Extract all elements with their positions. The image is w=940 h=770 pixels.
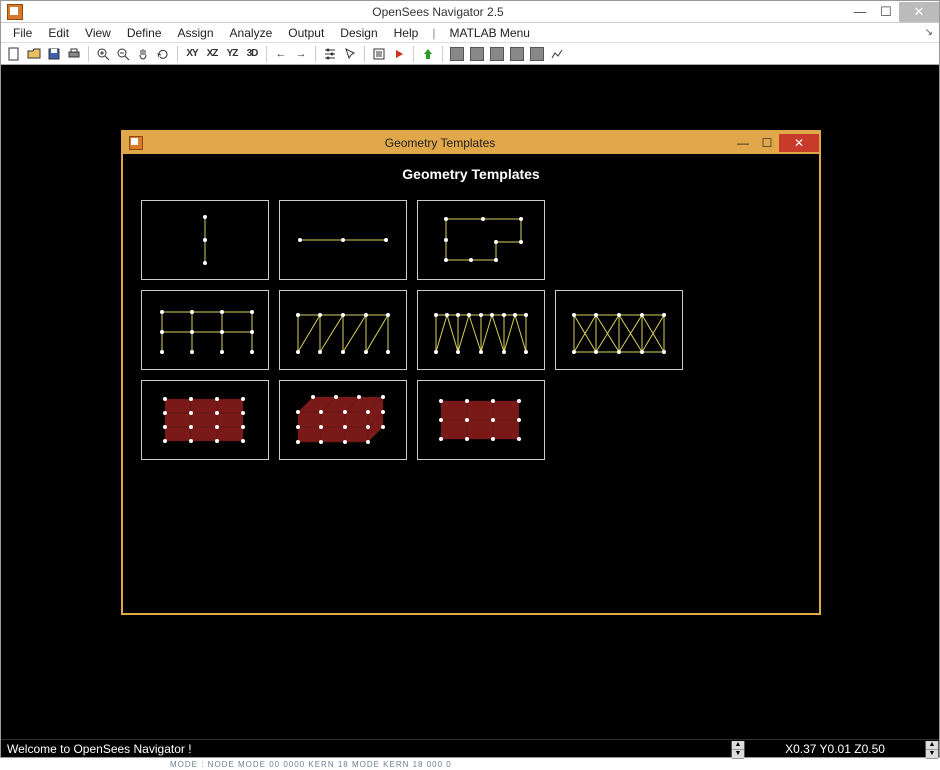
arrow-left-icon[interactable]: ← xyxy=(272,45,290,63)
dialog-maximize-button[interactable]: ☐ xyxy=(755,134,779,152)
geometry-templates-dialog: Geometry Templates — ☐ ✕ Geometry Templa… xyxy=(121,130,821,615)
canvas-area[interactable]: Geometry Templates — ☐ ✕ Geometry Templa… xyxy=(1,65,939,739)
template-solid-3d[interactable] xyxy=(279,380,407,460)
menu-assign[interactable]: Assign xyxy=(172,24,220,42)
status-spinner-left[interactable]: ▲▼ xyxy=(731,741,745,757)
toolbar: XY XZ YZ 3D ← → xyxy=(1,43,939,65)
menu-view[interactable]: View xyxy=(79,24,117,42)
dialog-body: Geometry Templates xyxy=(123,154,819,472)
menu-help[interactable]: Help xyxy=(388,24,425,42)
app-icon xyxy=(7,4,23,20)
dialog-titlebar[interactable]: Geometry Templates — ☐ ✕ xyxy=(123,132,819,154)
options-icon[interactable] xyxy=(321,45,339,63)
tool-square-2[interactable] xyxy=(468,45,486,63)
template-truss-pratt[interactable] xyxy=(279,290,407,370)
dialog-heading: Geometry Templates xyxy=(141,166,801,182)
close-button[interactable]: ✕ xyxy=(899,2,939,22)
template-portal-frame[interactable] xyxy=(141,290,269,370)
statusbar: Welcome to OpenSees Navigator ! ▲▼ X0.37… xyxy=(1,739,939,757)
new-icon[interactable] xyxy=(5,45,23,63)
template-solid-grid[interactable] xyxy=(141,380,269,460)
toolbar-sep xyxy=(413,46,414,62)
toolbar-sep xyxy=(442,46,443,62)
select-icon[interactable] xyxy=(341,45,359,63)
maximize-button[interactable]: ☐ xyxy=(873,2,899,22)
toolbar-sep xyxy=(364,46,365,62)
arrow-right-icon[interactable]: → xyxy=(292,45,310,63)
zoom-in-icon[interactable] xyxy=(94,45,112,63)
toolbar-sep xyxy=(315,46,316,62)
view-3d-button[interactable]: 3D xyxy=(243,45,261,63)
template-g-frame[interactable] xyxy=(417,200,545,280)
dialog-title: Geometry Templates xyxy=(149,136,731,150)
dialog-app-icon xyxy=(129,136,143,150)
titlebar: OpenSees Navigator 2.5 — ☐ ✕ xyxy=(1,1,939,23)
tool-square-4[interactable] xyxy=(508,45,526,63)
run-icon[interactable] xyxy=(390,45,408,63)
toolbar-sep xyxy=(266,46,267,62)
menu-matlab[interactable]: MATLAB Menu xyxy=(443,24,535,42)
menu-analyze[interactable]: Analyze xyxy=(224,24,279,42)
template-row xyxy=(141,200,801,280)
template-row xyxy=(141,380,801,460)
save-icon[interactable] xyxy=(45,45,63,63)
template-truss-x[interactable] xyxy=(555,290,683,370)
up-arrow-icon[interactable] xyxy=(419,45,437,63)
open-icon[interactable] xyxy=(25,45,43,63)
print-icon[interactable] xyxy=(65,45,83,63)
menu-design[interactable]: Design xyxy=(334,24,383,42)
menubar: File Edit View Define Assign Analyze Out… xyxy=(1,23,939,43)
template-grid xyxy=(141,200,801,460)
template-shell-grid[interactable] xyxy=(417,380,545,460)
window-title: OpenSees Navigator 2.5 xyxy=(29,5,847,19)
status-message: Welcome to OpenSees Navigator ! xyxy=(1,742,731,756)
template-truss-warren[interactable] xyxy=(417,290,545,370)
template-row xyxy=(141,290,801,370)
menu-define[interactable]: Define xyxy=(121,24,168,42)
list-icon[interactable] xyxy=(370,45,388,63)
status-spinner-right[interactable]: ▲▼ xyxy=(925,741,939,757)
background-text-fragment: MODE : NODE MODE 00 0000 KERN 18 MODE KE… xyxy=(170,760,452,769)
main-window: OpenSees Navigator 2.5 — ☐ ✕ File Edit V… xyxy=(0,0,940,758)
bottom-background-strip: MODE : NODE MODE 00 0000 KERN 18 MODE KE… xyxy=(0,758,940,770)
dialog-close-button[interactable]: ✕ xyxy=(779,134,819,152)
menu-divider: | xyxy=(432,26,435,40)
tool-square-3[interactable] xyxy=(488,45,506,63)
toolbar-sep xyxy=(177,46,178,62)
menu-output[interactable]: Output xyxy=(282,24,330,42)
view-xz-button[interactable]: XZ xyxy=(203,45,221,63)
template-beam[interactable] xyxy=(279,200,407,280)
status-coordinates: X0.37 Y0.01 Z0.50 xyxy=(745,742,925,756)
view-yz-button[interactable]: YZ xyxy=(223,45,241,63)
window-buttons: — ☐ ✕ xyxy=(847,2,939,22)
toolbar-sep xyxy=(88,46,89,62)
rotate-icon[interactable] xyxy=(154,45,172,63)
tool-square-5[interactable] xyxy=(528,45,546,63)
chart-icon[interactable] xyxy=(548,45,566,63)
minimize-button[interactable]: — xyxy=(847,2,873,22)
tool-square-1[interactable] xyxy=(448,45,466,63)
menu-file[interactable]: File xyxy=(7,24,38,42)
template-column[interactable] xyxy=(141,200,269,280)
menu-edit[interactable]: Edit xyxy=(42,24,75,42)
dialog-minimize-button[interactable]: — xyxy=(731,134,755,152)
zoom-out-icon[interactable] xyxy=(114,45,132,63)
view-xy-button[interactable]: XY xyxy=(183,45,201,63)
pan-icon[interactable] xyxy=(134,45,152,63)
menu-chevron-icon[interactable]: ↘ xyxy=(925,27,933,38)
